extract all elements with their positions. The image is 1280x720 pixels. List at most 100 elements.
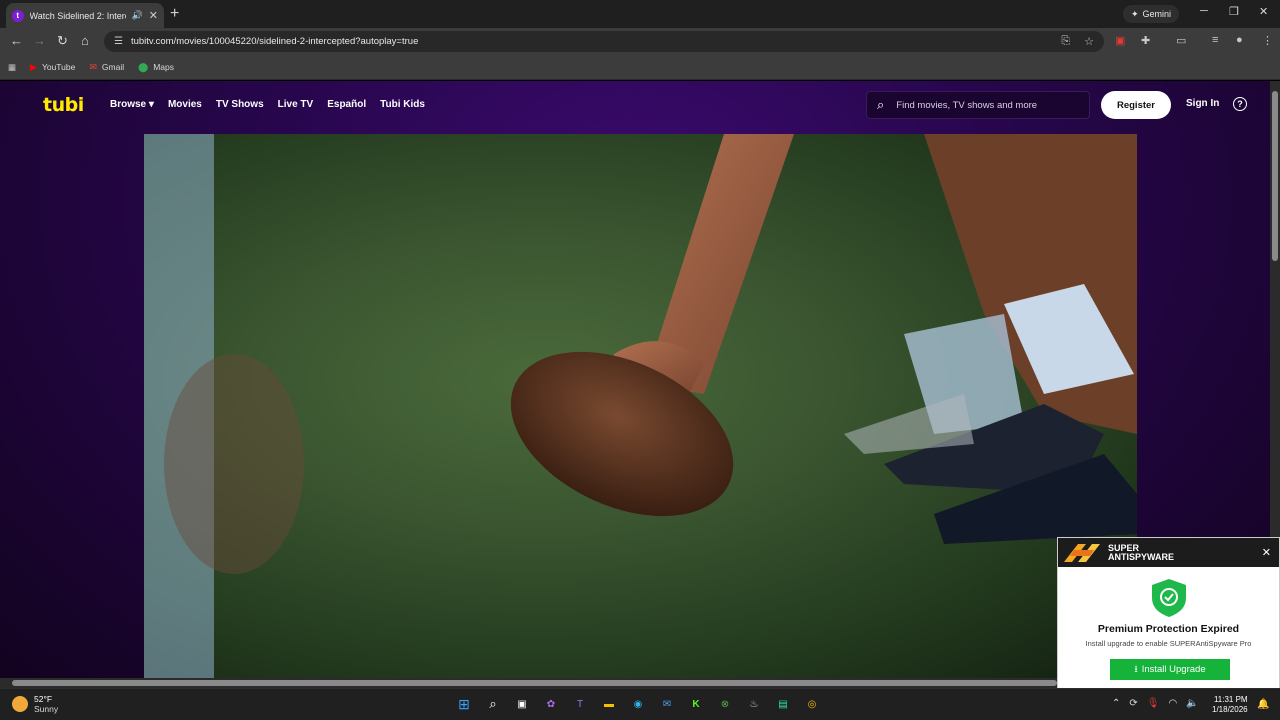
search-icon[interactable]: ⌕ xyxy=(484,695,502,713)
bookmarks-bar: ▦ ▶ YouTube ✉ Gmail ⬤ Maps xyxy=(0,55,1280,80)
browser-tab[interactable]: t Watch Sidelined 2: Intercep 🔊 ✕ xyxy=(6,3,164,28)
clock[interactable]: 11:31 PM 1/18/2026 xyxy=(1212,695,1248,715)
side-panel-icon[interactable]: ▭ xyxy=(1176,34,1186,47)
bookmark-gmail[interactable]: ✉ Gmail xyxy=(89,62,124,73)
app-icon[interactable]: ▤ xyxy=(774,695,792,713)
media-controls-icon[interactable]: ≡ xyxy=(1212,34,1218,46)
speaker-icon[interactable]: 🔊 xyxy=(132,10,143,21)
weather-widget[interactable]: 52°F Sunny xyxy=(12,694,58,714)
file-explorer-icon[interactable]: ▬ xyxy=(600,695,618,713)
notification-bell-icon[interactable]: 🔔 xyxy=(1257,699,1269,710)
profile-avatar-icon[interactable]: ● xyxy=(1236,34,1243,46)
extension-badge-icon[interactable]: ▣ xyxy=(1115,34,1125,47)
sign-in-link[interactable]: Sign In xyxy=(1186,98,1219,109)
apps-grid-icon[interactable]: ▦ xyxy=(8,62,16,73)
volume-icon[interactable]: 🔈 xyxy=(1186,698,1198,709)
video-frame-image xyxy=(144,134,1137,678)
bookmark-youtube[interactable]: ▶ YouTube xyxy=(30,62,75,73)
address-bar[interactable]: ☰ tubitv.com/movies/100045220/sidelined-… xyxy=(104,31,1104,52)
close-popup-icon[interactable]: ✕ xyxy=(1262,546,1271,559)
install-upgrade-label: Install Upgrade xyxy=(1141,664,1206,675)
chevron-down-icon: ▾ xyxy=(148,99,154,110)
tubi-logo[interactable]: tubi xyxy=(43,94,84,116)
wifi-icon[interactable]: ◠ xyxy=(1168,698,1177,709)
nav-movies[interactable]: Movies xyxy=(168,99,202,110)
install-upgrade-button[interactable]: ⭳ Install Upgrade xyxy=(1110,659,1230,680)
weather-temperature: 52°F xyxy=(34,694,53,704)
url-text: tubitv.com/movies/100045220/sidelined-2-… xyxy=(130,36,419,47)
gemini-button[interactable]: ✦ Gemini xyxy=(1123,5,1180,23)
nav-tv-shows[interactable]: TV Shows xyxy=(216,99,264,110)
kick-icon[interactable]: K xyxy=(687,695,705,713)
sync-icon[interactable]: ⟳ xyxy=(1129,698,1137,709)
windows-taskbar: 52°F Sunny ⊞ ⌕ ▣ ✿ T ▬ ◉ ✉ K ⊗ ♨ ▤ ◎ ⌃ ⟳… xyxy=(0,688,1280,720)
steam-icon[interactable]: ♨ xyxy=(745,695,763,713)
search-placeholder: Find movies, TV shows and more xyxy=(896,99,1038,111)
close-tab-icon[interactable]: ✕ xyxy=(149,9,158,22)
gemini-label: Gemini xyxy=(1142,9,1172,19)
scrollbar-thumb[interactable] xyxy=(1272,91,1278,261)
popup-header: SUPER ANTISPYWARE ✕ xyxy=(1058,538,1279,567)
new-tab-button[interactable]: + xyxy=(170,5,179,23)
weather-condition: Sunny xyxy=(34,704,59,714)
register-button[interactable]: Register xyxy=(1101,91,1171,119)
back-icon[interactable]: ← xyxy=(10,33,23,48)
site-info-icon[interactable]: ☰ xyxy=(114,36,123,47)
tray-chevron-icon[interactable]: ⌃ xyxy=(1112,698,1120,709)
nav-tubi-kids[interactable]: Tubi Kids xyxy=(380,99,425,110)
video-player[interactable] xyxy=(144,134,1137,678)
shield-check-icon xyxy=(1152,579,1186,617)
task-view-icon[interactable]: ▣ xyxy=(513,695,531,713)
forward-icon[interactable]: → xyxy=(33,33,46,48)
popup-subtitle: Install upgrade to enable SUPERAntiSpywa… xyxy=(1085,639,1252,648)
popup-brand: SUPER ANTISPYWARE xyxy=(1108,543,1175,562)
bookmark-label: Maps xyxy=(153,62,174,72)
menu-kebab-icon[interactable]: ⋮ xyxy=(1262,34,1273,47)
clock-date: 1/18/2026 xyxy=(1212,705,1248,714)
home-icon[interactable]: ⌂ xyxy=(81,33,89,48)
search-icon: ⌕ xyxy=(877,97,885,112)
help-icon[interactable]: ? xyxy=(1233,97,1247,111)
maps-icon: ⬤ xyxy=(138,61,149,72)
brand-line: ANTISPYWARE xyxy=(1108,551,1175,562)
minimize-icon[interactable]: ─ xyxy=(1200,5,1208,17)
nav-browse[interactable]: Browse ▾ xyxy=(110,99,154,110)
extensions-icon[interactable]: ✚ xyxy=(1141,34,1150,47)
tubi-favicon-icon: t xyxy=(12,9,24,22)
close-window-icon[interactable]: ✕ xyxy=(1259,5,1268,18)
microphone-icon[interactable]: 🎙 xyxy=(1147,698,1160,709)
sparkle-icon: ✦ xyxy=(1131,8,1139,19)
antispyware-popup: SUPER ANTISPYWARE ✕ Premium Protection E… xyxy=(1057,537,1280,689)
popup-title: Premium Protection Expired xyxy=(1097,623,1240,635)
scrollbar-thumb[interactable] xyxy=(12,680,1057,686)
nav-live-tv[interactable]: Live TV xyxy=(278,99,314,110)
windows-start-icon[interactable]: ⊞ xyxy=(455,695,473,713)
bookmark-label: YouTube xyxy=(41,62,76,72)
bookmark-star-icon[interactable]: ☆ xyxy=(1084,35,1094,48)
clock-time: 11:31 PM xyxy=(1213,695,1248,704)
mail-icon[interactable]: ✉ xyxy=(658,695,676,713)
edge-icon[interactable]: ◉ xyxy=(629,695,647,713)
bookmark-maps[interactable]: ⬤ Maps xyxy=(138,62,174,73)
download-icon: ⭳ xyxy=(1134,663,1138,675)
install-app-icon[interactable]: ⎘ xyxy=(1061,35,1070,48)
system-tray: ⌃ ⟳ 🎙 ◠ 🔈 xyxy=(1112,698,1199,709)
browser-tab-bar: t Watch Sidelined 2: Intercep 🔊 ✕ + ✦ Ge… xyxy=(0,0,1280,28)
youtube-icon: ▶ xyxy=(30,61,37,72)
nav-espanol[interactable]: Español xyxy=(327,99,366,110)
tab-title: Watch Sidelined 2: Intercep xyxy=(29,10,126,21)
reload-icon[interactable]: ↻ xyxy=(57,33,68,49)
superantispyware-logo-icon xyxy=(1064,543,1100,562)
chrome-icon[interactable]: ◎ xyxy=(803,695,821,713)
nav-label: Browse xyxy=(110,99,147,110)
search-input[interactable]: ⌕ Find movies, TV shows and more xyxy=(866,91,1090,119)
copilot-icon[interactable]: ✿ xyxy=(542,695,560,713)
taskbar-apps: ⊞ ⌕ ▣ ✿ T ▬ ◉ ✉ K ⊗ ♨ ▤ ◎ xyxy=(455,695,821,713)
teams-icon[interactable]: T xyxy=(571,695,589,713)
xbox-icon[interactable]: ⊗ xyxy=(716,695,734,713)
sun-icon xyxy=(12,696,28,712)
browser-toolbar: ← → ↻ ⌂ ☰ tubitv.com/movies/100045220/si… xyxy=(0,28,1280,55)
bookmark-label: Gmail xyxy=(101,62,125,72)
gmail-icon: ✉ xyxy=(89,61,97,72)
restore-icon[interactable]: ❐ xyxy=(1229,5,1239,18)
